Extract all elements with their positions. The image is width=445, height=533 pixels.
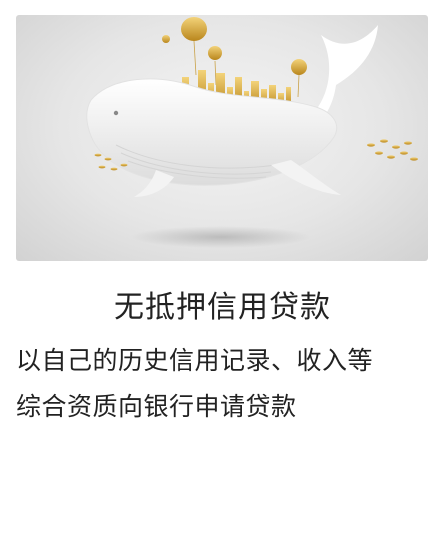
whale-fin-right [271, 160, 341, 195]
whale-tail [316, 25, 378, 120]
description-line: 综合资质向银行申请贷款 [16, 392, 297, 421]
card-description: 以自己的历史信用记录、收入等 综合资质向银行申请贷款 [16, 338, 436, 430]
whale-illustration [86, 17, 418, 248]
fish-school-right [367, 139, 418, 161]
whale-shadow [131, 226, 311, 248]
card-title: 无抵押信用贷款 [114, 290, 331, 325]
description-line: 以自己的历史信用记录、收入等 [16, 346, 374, 375]
whale-eye [113, 110, 119, 116]
hero-illustration [16, 15, 428, 261]
